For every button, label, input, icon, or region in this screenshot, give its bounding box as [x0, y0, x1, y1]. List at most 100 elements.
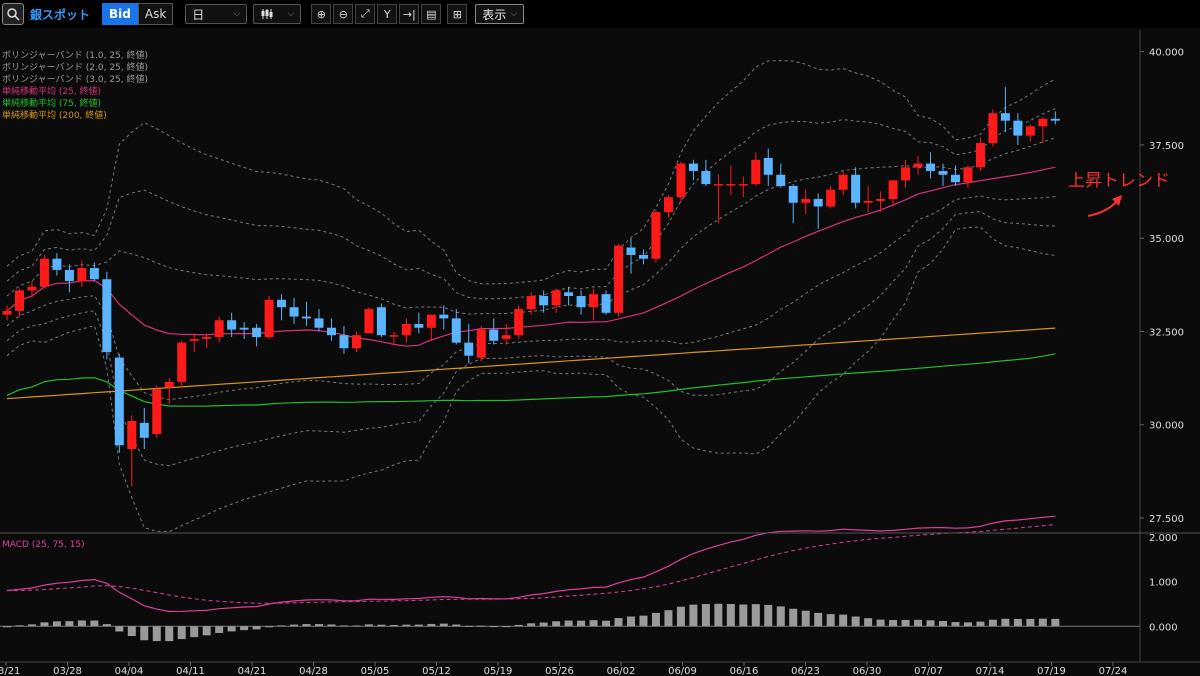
y-tick-label: 32.500	[1149, 327, 1184, 338]
add-indicator-icon: ⊞	[452, 7, 462, 21]
macd-histogram-bar	[676, 606, 685, 627]
document-button[interactable]: ▤	[421, 4, 442, 24]
candle-body	[277, 299, 287, 308]
candle-body	[751, 159, 761, 185]
fit-button[interactable]: ⤢	[355, 4, 376, 24]
macd-histogram-bar	[577, 620, 586, 627]
instrument-name[interactable]: 銀スポット	[30, 6, 90, 23]
macd-histogram-bar	[352, 625, 361, 627]
search-button[interactable]	[2, 3, 24, 25]
macd-histogram-bar	[564, 620, 573, 627]
candle-body	[177, 342, 187, 382]
candle-body	[788, 185, 798, 203]
candle-body	[701, 171, 711, 185]
macd-histogram-bar	[77, 620, 86, 627]
macd-histogram-bar	[776, 606, 785, 627]
chevron-down-icon: ⌵	[287, 9, 295, 19]
macd-histogram-bar	[339, 625, 348, 627]
macd-histogram-bar	[202, 626, 211, 636]
jump-latest-button[interactable]: →|	[399, 4, 420, 24]
macd-label[interactable]: MACD (25, 75, 15)	[2, 540, 85, 550]
macd-histogram-bar	[402, 624, 411, 627]
candle-body	[1025, 126, 1035, 136]
macd-histogram-bar	[714, 603, 723, 627]
chevron-down-icon: ⌵	[233, 9, 241, 19]
chevron-down-icon: ⌵	[510, 9, 518, 19]
candle-body	[202, 337, 212, 339]
candle-body	[401, 324, 411, 336]
price-side-toggle: Bid Ask	[102, 3, 174, 25]
x-tick-label: 04/11	[176, 666, 205, 676]
ruler-button[interactable]: Y	[377, 4, 398, 24]
price-chart[interactable]: 40.000 37.500 35.000 32.500 30.000 27.500 2.00…	[0, 28, 1200, 676]
macd-histogram-bar	[427, 623, 436, 627]
candle-body	[651, 212, 661, 259]
candle-body	[302, 316, 312, 319]
zoom-in-button[interactable]: ⊕	[311, 4, 332, 24]
candle-body	[264, 299, 274, 338]
macd-histogram-bar	[639, 615, 648, 627]
candle-body	[950, 174, 960, 183]
candle-body	[901, 167, 911, 181]
candle-body	[926, 163, 936, 172]
candle-body	[975, 143, 985, 168]
timeframe-select[interactable]: 日 ⌵	[185, 4, 248, 24]
macd-histogram-bar	[976, 621, 985, 627]
macd-histogram-bar	[1038, 618, 1047, 627]
macd-histogram-bar	[464, 625, 473, 627]
x-tick-label: 07/19	[1037, 666, 1066, 676]
candle-body	[77, 268, 87, 282]
candle-body	[326, 327, 336, 336]
bid-button[interactable]: Bid	[102, 3, 138, 25]
x-tick-label: 06/16	[730, 666, 759, 676]
legend-sma75[interactable]: 単純移動平均 (75, 終値)	[2, 98, 148, 110]
candle-body	[688, 163, 698, 172]
macd-histogram-bar	[3, 626, 11, 628]
add-indicator-button[interactable]: ⊞	[447, 4, 468, 24]
legend-bb1[interactable]: ボリンジャーバンド (1.0, 25, 終値)	[2, 50, 148, 62]
search-icon	[7, 8, 20, 21]
macd-histogram-bar	[265, 626, 274, 628]
legend-sma25[interactable]: 単純移動平均 (25, 終値)	[2, 86, 148, 98]
macd-histogram-bar	[801, 610, 810, 627]
candle-body	[614, 245, 624, 313]
legend-bb2[interactable]: ボリンジャーバンド (2.0, 25, 終値)	[2, 62, 148, 74]
candle-body	[626, 247, 636, 255]
x-tick-label: 06/02	[607, 666, 636, 676]
macd-histogram-bar	[215, 626, 224, 633]
macd-histogram-bar	[914, 619, 923, 627]
candle-body	[164, 381, 174, 388]
jump-latest-icon: →|	[402, 7, 416, 21]
x-tick-label: 04/04	[115, 666, 144, 676]
macd-histogram-bar	[614, 618, 623, 627]
macd-histogram-bar	[140, 626, 149, 641]
ask-button[interactable]: Ask	[137, 3, 174, 25]
x-tick-label: 05/12	[422, 666, 451, 676]
macd-histogram-bar	[452, 624, 461, 627]
macd-histogram-bar	[52, 621, 61, 627]
candle-body	[564, 292, 574, 297]
x-tick-label: 05/26	[545, 666, 574, 676]
candle-body	[813, 199, 823, 207]
candle-body	[114, 357, 124, 446]
macd-histogram-bar	[651, 612, 660, 627]
trend-annotation: 上昇トレンド	[1068, 171, 1170, 191]
candle-body	[464, 342, 474, 356]
candle-body	[289, 307, 299, 317]
macd-histogram-bar	[739, 604, 748, 627]
candle-body	[876, 199, 886, 201]
chart-type-select[interactable]: ⌵	[253, 4, 302, 24]
display-menu-button[interactable]: 表示 ⌵	[475, 4, 525, 24]
toolbar: 銀スポット Bid Ask 日 ⌵ ⌵ ⊕ ⊖ ⤢ Y →| ▤ ⊞ 表示 ⌵	[0, 0, 1200, 28]
macd-histogram-bar	[963, 622, 972, 627]
macd-histogram-bar	[389, 624, 398, 627]
zoom-out-button[interactable]: ⊖	[333, 4, 354, 24]
macd-tick-label: 0.000	[1149, 622, 1178, 633]
legend-bb3[interactable]: ボリンジャーバンド (3.0, 25, 終値)	[2, 74, 148, 86]
candle-body	[663, 197, 673, 213]
legend-sma200[interactable]: 単純移動平均 (200, 終値)	[2, 110, 148, 122]
macd-histogram-bar	[152, 626, 161, 642]
x-tick-label: 05/19	[484, 666, 513, 676]
macd-histogram-bar	[589, 620, 598, 627]
candle-body	[763, 157, 773, 175]
